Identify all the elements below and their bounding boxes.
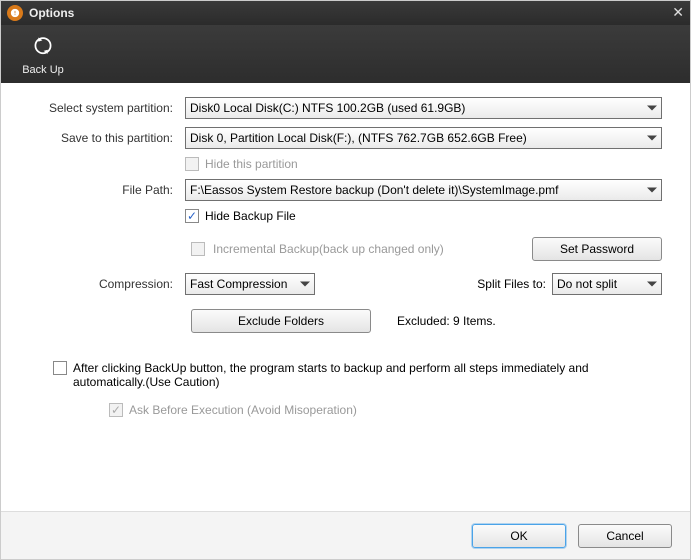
close-icon[interactable]: ✕	[672, 4, 684, 21]
app-icon	[7, 5, 23, 21]
chevron-down-icon	[647, 188, 657, 193]
file-path-value: F:\Eassos System Restore backup (Don't d…	[190, 183, 558, 197]
incremental-checkbox	[191, 242, 205, 256]
hide-partition-checkbox	[185, 157, 199, 171]
compression-value: Fast Compression	[190, 277, 287, 291]
content-area: Select system partition: Disk0 Local Dis…	[1, 83, 690, 511]
split-label: Split Files to:	[477, 277, 546, 291]
ribbon-backup[interactable]: Back Up	[7, 25, 79, 83]
compression-label: Compression:	[29, 277, 179, 291]
ribbon-backup-label: Back Up	[22, 64, 64, 76]
exclude-folders-button[interactable]: Exclude Folders	[191, 309, 371, 333]
chevron-down-icon	[300, 282, 310, 287]
split-combo[interactable]: Do not split	[552, 273, 662, 295]
save-to-combo[interactable]: Disk 0, Partition Local Disk(F:), (NTFS …	[185, 127, 662, 149]
chevron-down-icon	[647, 136, 657, 141]
hide-partition-label: Hide this partition	[205, 157, 298, 171]
ribbon: Back Up	[1, 25, 690, 83]
hide-backup-checkbox[interactable]	[185, 209, 199, 223]
excluded-text: Excluded: 9 Items.	[397, 314, 496, 328]
select-partition-value: Disk0 Local Disk(C:) NTFS 100.2GB (used …	[190, 101, 465, 115]
compression-combo[interactable]: Fast Compression	[185, 273, 315, 295]
auto-run-checkbox[interactable]	[53, 361, 67, 375]
window: Options ✕ Back Up Select system partitio…	[0, 0, 691, 560]
window-title: Options	[29, 6, 74, 20]
backup-icon	[27, 32, 59, 64]
incremental-label: Incremental Backup(back up changed only)	[213, 242, 444, 256]
cancel-button[interactable]: Cancel	[578, 524, 672, 548]
chevron-down-icon	[647, 106, 657, 111]
ask-before-label: Ask Before Execution (Avoid Misoperation…	[129, 403, 357, 417]
auto-run-label: After clicking BackUp button, the progra…	[73, 361, 633, 389]
set-password-button[interactable]: Set Password	[532, 237, 662, 261]
save-to-label: Save to this partition:	[29, 131, 179, 145]
ask-before-checkbox	[109, 403, 123, 417]
select-partition-combo[interactable]: Disk0 Local Disk(C:) NTFS 100.2GB (used …	[185, 97, 662, 119]
file-path-combo[interactable]: F:\Eassos System Restore backup (Don't d…	[185, 179, 662, 201]
chevron-down-icon	[647, 282, 657, 287]
footer: OK Cancel	[1, 511, 690, 559]
save-to-value: Disk 0, Partition Local Disk(F:), (NTFS …	[190, 131, 527, 145]
titlebar: Options ✕	[1, 1, 690, 25]
ok-button[interactable]: OK	[472, 524, 566, 548]
select-partition-label: Select system partition:	[29, 101, 179, 115]
hide-backup-label: Hide Backup File	[205, 209, 296, 223]
file-path-label: File Path:	[29, 183, 179, 197]
split-value: Do not split	[557, 277, 617, 291]
